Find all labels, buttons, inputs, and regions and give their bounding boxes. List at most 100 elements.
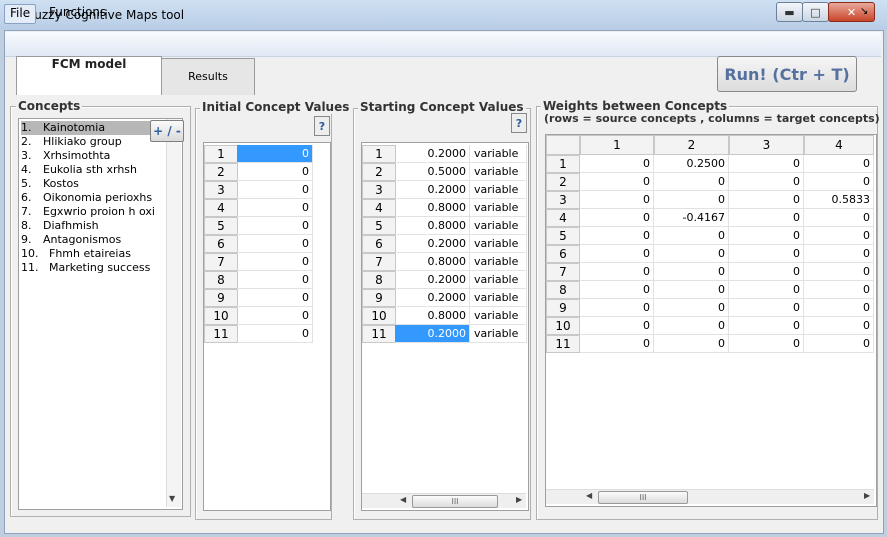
weight-cell[interactable]: 0: [654, 281, 729, 299]
variable-type-cell[interactable]: variable: [470, 253, 527, 271]
minimize-button[interactable]: ▬: [776, 2, 803, 22]
list-item[interactable]: 1. Kainotomia: [21, 121, 167, 135]
weights-table[interactable]: 1 2 3 4 1 0 0.2500 0 0 2 0 0 0 0 3 0 0 0 0.5833 4 0 -0.4167 0 0…: [545, 134, 877, 507]
maximize-button[interactable]: □: [802, 2, 829, 22]
weight-cell[interactable]: 0: [804, 299, 874, 317]
list-item[interactable]: 3. Xrhsimothta: [21, 149, 167, 163]
list-item[interactable]: 11. Marketing success: [21, 261, 167, 275]
weight-cell[interactable]: 0: [580, 173, 654, 191]
variable-type-cell[interactable]: variable: [470, 289, 527, 307]
weight-cell[interactable]: 0: [804, 281, 874, 299]
weight-cell[interactable]: 0: [804, 227, 874, 245]
initial-value-cell[interactable]: 0: [237, 289, 313, 307]
list-item[interactable]: 4. Eukolia sth xrhsh: [21, 163, 167, 177]
list-item[interactable]: 2. Hlikiako group: [21, 135, 167, 149]
variable-type-cell[interactable]: variable: [470, 235, 527, 253]
initial-value-cell[interactable]: 0: [237, 181, 313, 199]
weight-cell[interactable]: 0: [804, 263, 874, 281]
weight-cell[interactable]: 0: [654, 263, 729, 281]
initial-value-cell[interactable]: 0: [237, 325, 313, 343]
run-button[interactable]: Run! (Ctr + T): [717, 56, 857, 92]
scroll-left-icon[interactable]: ◀: [400, 495, 406, 504]
weight-cell[interactable]: 0: [804, 317, 874, 335]
weight-cell[interactable]: -0.4167: [654, 209, 729, 227]
weight-cell[interactable]: 0: [729, 281, 804, 299]
starting-value-cell[interactable]: 0.2000: [395, 181, 470, 199]
starting-hscrollbar[interactable]: ◀ III ▶: [362, 493, 526, 508]
weight-cell[interactable]: 0: [729, 227, 804, 245]
variable-type-cell[interactable]: variable: [470, 199, 527, 217]
weight-cell[interactable]: 0: [654, 317, 729, 335]
weight-cell[interactable]: 0: [654, 299, 729, 317]
scroll-right-icon[interactable]: ▶: [516, 495, 522, 504]
weight-cell[interactable]: 0: [729, 209, 804, 227]
add-remove-concept-button[interactable]: + / -: [150, 120, 184, 142]
initial-value-cell[interactable]: 0: [237, 199, 313, 217]
scroll-left-icon[interactable]: ◀: [586, 491, 592, 500]
weight-cell[interactable]: 0: [729, 173, 804, 191]
weight-cell[interactable]: 0: [729, 191, 804, 209]
weights-hscrollbar[interactable]: ◀ III ▶: [546, 489, 874, 504]
variable-type-cell[interactable]: variable: [470, 181, 527, 199]
weight-cell[interactable]: 0: [580, 245, 654, 263]
toolbar-toggle-icon[interactable]: ↘: [860, 6, 868, 17]
starting-help-button[interactable]: ?: [511, 113, 527, 133]
initial-value-cell[interactable]: 0: [237, 307, 313, 325]
weight-cell[interactable]: 0: [729, 335, 804, 353]
starting-value-cell[interactable]: 0.5000: [395, 163, 470, 181]
list-item[interactable]: 7. Egxwrio proion h oxi: [21, 205, 167, 219]
weight-cell[interactable]: 0: [804, 245, 874, 263]
weight-cell[interactable]: 0.2500: [654, 155, 729, 173]
starting-value-cell[interactable]: 0.2000: [395, 289, 470, 307]
initial-value-cell[interactable]: 0: [237, 145, 313, 163]
weight-cell[interactable]: 0: [580, 191, 654, 209]
scroll-right-icon[interactable]: ▶: [864, 491, 870, 500]
weight-cell[interactable]: 0: [654, 245, 729, 263]
starting-value-cell[interactable]: 0.8000: [395, 307, 470, 325]
concepts-scrollbar[interactable]: [166, 119, 181, 507]
weight-cell[interactable]: 0: [654, 335, 729, 353]
initial-value-cell[interactable]: 0: [237, 235, 313, 253]
starting-value-cell[interactable]: 0.8000: [395, 253, 470, 271]
weight-cell[interactable]: 0.5833: [804, 191, 874, 209]
variable-type-cell[interactable]: variable: [470, 163, 527, 181]
initial-value-cell[interactable]: 0: [237, 253, 313, 271]
weight-cell[interactable]: 0: [729, 299, 804, 317]
initial-value-cell[interactable]: 0: [237, 271, 313, 289]
variable-type-cell[interactable]: variable: [470, 217, 527, 235]
list-item[interactable]: 5. Kostos: [21, 177, 167, 191]
initial-value-cell[interactable]: 0: [237, 217, 313, 235]
weight-cell[interactable]: 0: [654, 227, 729, 245]
initial-help-button[interactable]: ?: [314, 116, 330, 136]
scroll-down-icon[interactable]: ▼: [169, 494, 175, 503]
tab-fcm-model[interactable]: FCM model: [16, 56, 162, 95]
weight-cell[interactable]: 0: [580, 263, 654, 281]
tab-results[interactable]: Results: [161, 58, 255, 95]
weight-cell[interactable]: 0: [654, 173, 729, 191]
initial-values-table[interactable]: 1 0 2 0 3 0 4 0 5 0 6 0 7 0 8 0 9 0 10 0 11 0: [203, 142, 331, 511]
starting-value-cell[interactable]: 0.2000: [395, 325, 470, 343]
weight-cell[interactable]: 0: [804, 155, 874, 173]
variable-type-cell[interactable]: variable: [470, 325, 527, 343]
starting-value-cell[interactable]: 0.2000: [395, 235, 470, 253]
weight-cell[interactable]: 0: [729, 317, 804, 335]
list-item[interactable]: 8. Diafhmish: [21, 219, 167, 233]
weight-cell[interactable]: 0: [580, 317, 654, 335]
weight-cell[interactable]: 0: [729, 245, 804, 263]
initial-value-cell[interactable]: 0: [237, 163, 313, 181]
concepts-listbox[interactable]: 1. Kainotomia 2. Hlikiako group 3. Xrhsimotht…: [18, 118, 183, 510]
weight-cell[interactable]: 0: [580, 227, 654, 245]
list-item[interactable]: 9. Antagonismos: [21, 233, 167, 247]
starting-value-cell[interactable]: 0.2000: [395, 145, 470, 163]
weight-cell[interactable]: 0: [580, 155, 654, 173]
weight-cell[interactable]: 0: [580, 209, 654, 227]
menu-functions[interactable]: Functions: [44, 4, 111, 22]
weight-cell[interactable]: 0: [654, 191, 729, 209]
scroll-thumb[interactable]: III: [412, 495, 498, 508]
list-item[interactable]: 6. Oikonomia perioxhs: [21, 191, 167, 205]
weight-cell[interactable]: 0: [804, 209, 874, 227]
list-item[interactable]: 10. Fhmh etaireias: [21, 247, 167, 261]
variable-type-cell[interactable]: variable: [470, 271, 527, 289]
weight-cell[interactable]: 0: [580, 299, 654, 317]
scroll-thumb[interactable]: III: [598, 491, 688, 504]
